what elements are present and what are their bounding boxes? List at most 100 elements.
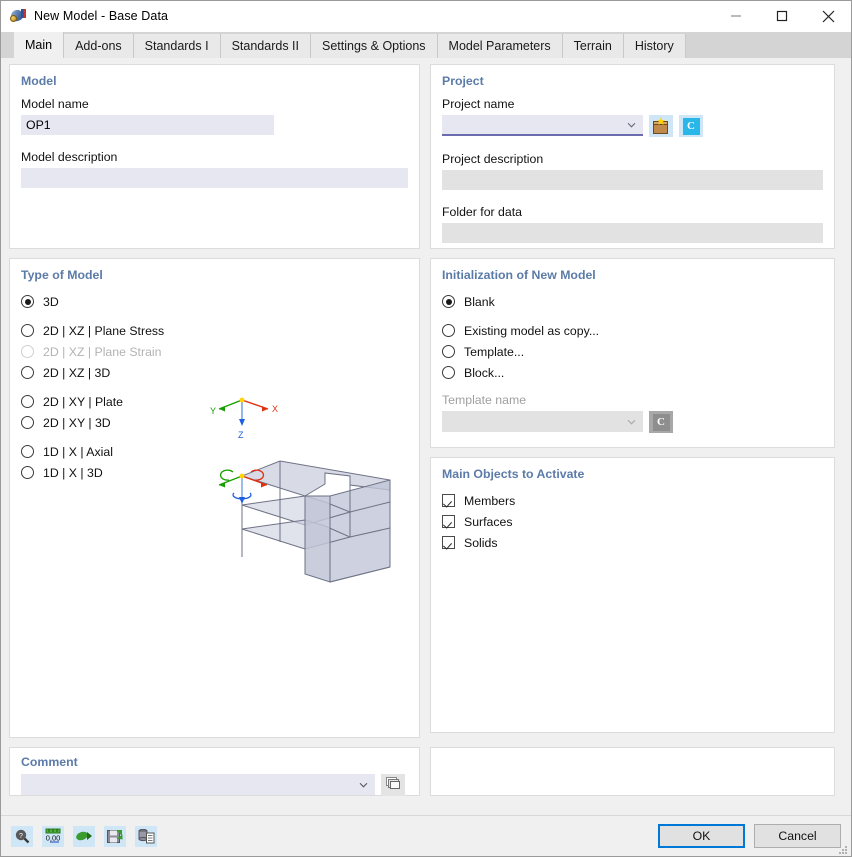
svg-text:Z: Z xyxy=(238,430,244,440)
radio-existing-model-as-copy[interactable]: Existing model as copy... xyxy=(442,320,823,341)
radio-label: Block... xyxy=(464,365,505,380)
model-name-input[interactable] xyxy=(21,115,274,135)
project-name-row: ★ C xyxy=(442,115,823,137)
model-name-label: Model name xyxy=(21,97,89,111)
comment-combo[interactable] xyxy=(21,774,375,795)
tab-label: Standards I xyxy=(144,39,209,53)
radio-indicator xyxy=(21,395,34,408)
tab-label: History xyxy=(634,39,674,53)
template-browse-button: C xyxy=(649,411,673,433)
radio-indicator xyxy=(442,295,455,308)
project-cloud-button[interactable]: C xyxy=(679,115,703,137)
checkbox-indicator xyxy=(442,515,455,528)
main-objects-title: Main Objects to Activate xyxy=(442,467,585,481)
radio-2d-xz-plane-strain: 2D | XZ | Plane Strain xyxy=(21,341,408,362)
project-description-input xyxy=(442,170,823,190)
tab-label: Main xyxy=(25,38,53,52)
tab-label: Standards II xyxy=(231,39,299,53)
radio-indicator xyxy=(442,345,455,358)
radio-indicator xyxy=(21,295,34,308)
radio-indicator xyxy=(21,345,34,358)
template-name-combo xyxy=(442,411,643,432)
radio-label: Blank xyxy=(464,294,495,309)
radio-label: 3D xyxy=(43,294,59,309)
radio-2d-xz-3d[interactable]: 2D | XZ | 3D xyxy=(21,362,408,383)
comment-list-icon xyxy=(385,777,401,793)
checkbox-indicator xyxy=(442,536,455,549)
c-badge-icon: C xyxy=(652,413,670,431)
chevron-down-icon xyxy=(627,417,636,426)
radio-template[interactable]: Template... xyxy=(442,341,823,362)
maximize-button[interactable] xyxy=(759,1,805,32)
radio-blank[interactable]: Blank xyxy=(442,291,823,312)
radio-block[interactable]: Block... xyxy=(442,362,823,383)
comment-row: Comment xyxy=(9,747,843,796)
database-export-icon[interactable] xyxy=(135,825,157,847)
checkbox-label: Solids xyxy=(464,535,498,550)
close-button[interactable] xyxy=(805,1,851,32)
radio-2d-xz-plane-stress[interactable]: 2D | XZ | Plane Stress xyxy=(21,320,408,341)
radio-label: 1D | X | 3D xyxy=(43,465,103,480)
left-column: Model Model name Model description Type … xyxy=(9,64,420,738)
tab-settings-options[interactable]: Settings & Options xyxy=(311,34,438,58)
type-of-model-group: Type of Model 3D 2D | XZ | Plane Stress … xyxy=(9,258,420,738)
radio-indicator xyxy=(21,324,34,337)
save-defaults-icon[interactable] xyxy=(104,825,126,847)
tab-label: Terrain xyxy=(573,39,612,53)
folder-for-data-input xyxy=(442,223,823,243)
project-name-combo[interactable] xyxy=(442,115,643,136)
radio-indicator xyxy=(21,416,34,429)
green-arrow-icon[interactable] xyxy=(73,825,95,847)
tab-standards-i[interactable]: Standards I xyxy=(133,34,221,58)
units-0-00-icon[interactable]: 0,00 xyxy=(42,825,64,847)
comment-pick-button[interactable] xyxy=(381,774,405,796)
radio-label: 2D | XZ | Plane Stress xyxy=(43,323,165,338)
type-of-model-title: Type of Model xyxy=(21,268,103,282)
checkbox-indicator xyxy=(442,494,455,507)
tab-label: Add-ons xyxy=(75,39,122,53)
model-description-input[interactable] xyxy=(21,168,408,188)
radio-label: Template... xyxy=(464,344,525,359)
checkbox-surfaces[interactable]: Surfaces xyxy=(442,511,823,532)
comment-group: Comment xyxy=(9,747,420,796)
footer-buttons: OK Cancel xyxy=(658,824,841,848)
tab-add-ons[interactable]: Add-ons xyxy=(64,34,134,58)
model-group: Model Model name Model description xyxy=(9,64,420,249)
tab-standards-ii[interactable]: Standards II xyxy=(220,34,311,58)
minimize-button[interactable] xyxy=(713,1,759,32)
radio-label: 2D | XY | 3D xyxy=(43,415,111,430)
checkbox-members[interactable]: Members xyxy=(442,490,823,511)
resize-grip-icon[interactable] xyxy=(838,844,848,854)
radio-label: 2D | XY | Plate xyxy=(43,394,123,409)
project-description-label: Project description xyxy=(442,152,544,166)
checkbox-solids[interactable]: Solids xyxy=(442,532,823,553)
rfem-model-icon xyxy=(9,8,26,24)
radio-indicator xyxy=(442,366,455,379)
radio-3d[interactable]: 3D xyxy=(21,291,408,312)
radio-label: 2D | XZ | 3D xyxy=(43,365,111,380)
window-title: New Model - Base Data xyxy=(34,9,169,23)
template-name-row: C xyxy=(442,411,823,433)
tab-terrain[interactable]: Terrain xyxy=(562,34,624,58)
svg-text:?: ? xyxy=(19,833,23,840)
cancel-button[interactable]: Cancel xyxy=(754,824,841,848)
chevron-down-icon xyxy=(359,780,368,789)
project-group-title: Project xyxy=(442,74,484,88)
tab-label: Settings & Options xyxy=(322,39,426,53)
dialog-footer: ? 0,00 OK Cancel xyxy=(1,815,851,856)
checkbox-label: Surfaces xyxy=(464,514,513,529)
radio-indicator xyxy=(442,324,455,337)
tab-label: Model Parameters xyxy=(448,39,551,53)
help-magnifier-icon[interactable]: ? xyxy=(11,825,33,847)
svg-text:0,00: 0,00 xyxy=(46,834,61,843)
new-model-dialog: New Model - Base Data Main Add-ons Stand… xyxy=(0,0,852,857)
folder-for-data-label: Folder for data xyxy=(442,205,522,219)
tab-model-parameters[interactable]: Model Parameters xyxy=(437,34,563,58)
tab-main[interactable]: Main xyxy=(14,32,65,58)
ok-button[interactable]: OK xyxy=(658,824,745,848)
tab-bar: Main Add-ons Standards I Standards II Se… xyxy=(1,32,851,58)
tab-history[interactable]: History xyxy=(623,34,686,58)
radio-label: Existing model as copy... xyxy=(464,323,600,338)
new-project-button[interactable]: ★ xyxy=(649,115,673,137)
model-group-title: Model xyxy=(21,74,57,88)
